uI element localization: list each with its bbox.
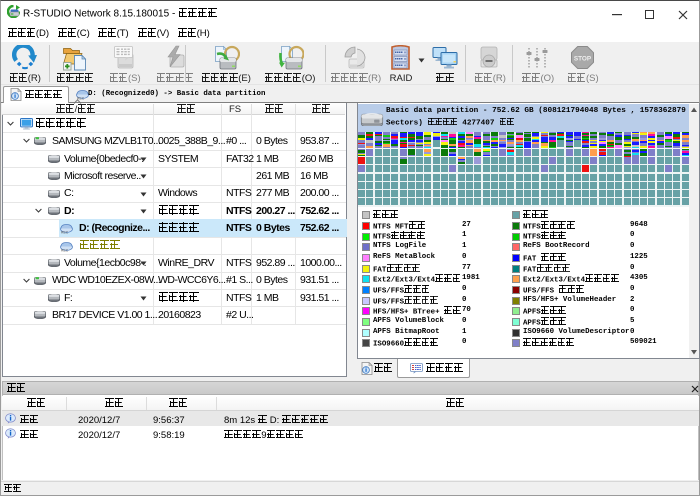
svg-text:STOP: STOP — [574, 56, 592, 63]
svg-text:REC: REC — [61, 248, 69, 251]
svg-text:REC: REC — [61, 231, 69, 234]
